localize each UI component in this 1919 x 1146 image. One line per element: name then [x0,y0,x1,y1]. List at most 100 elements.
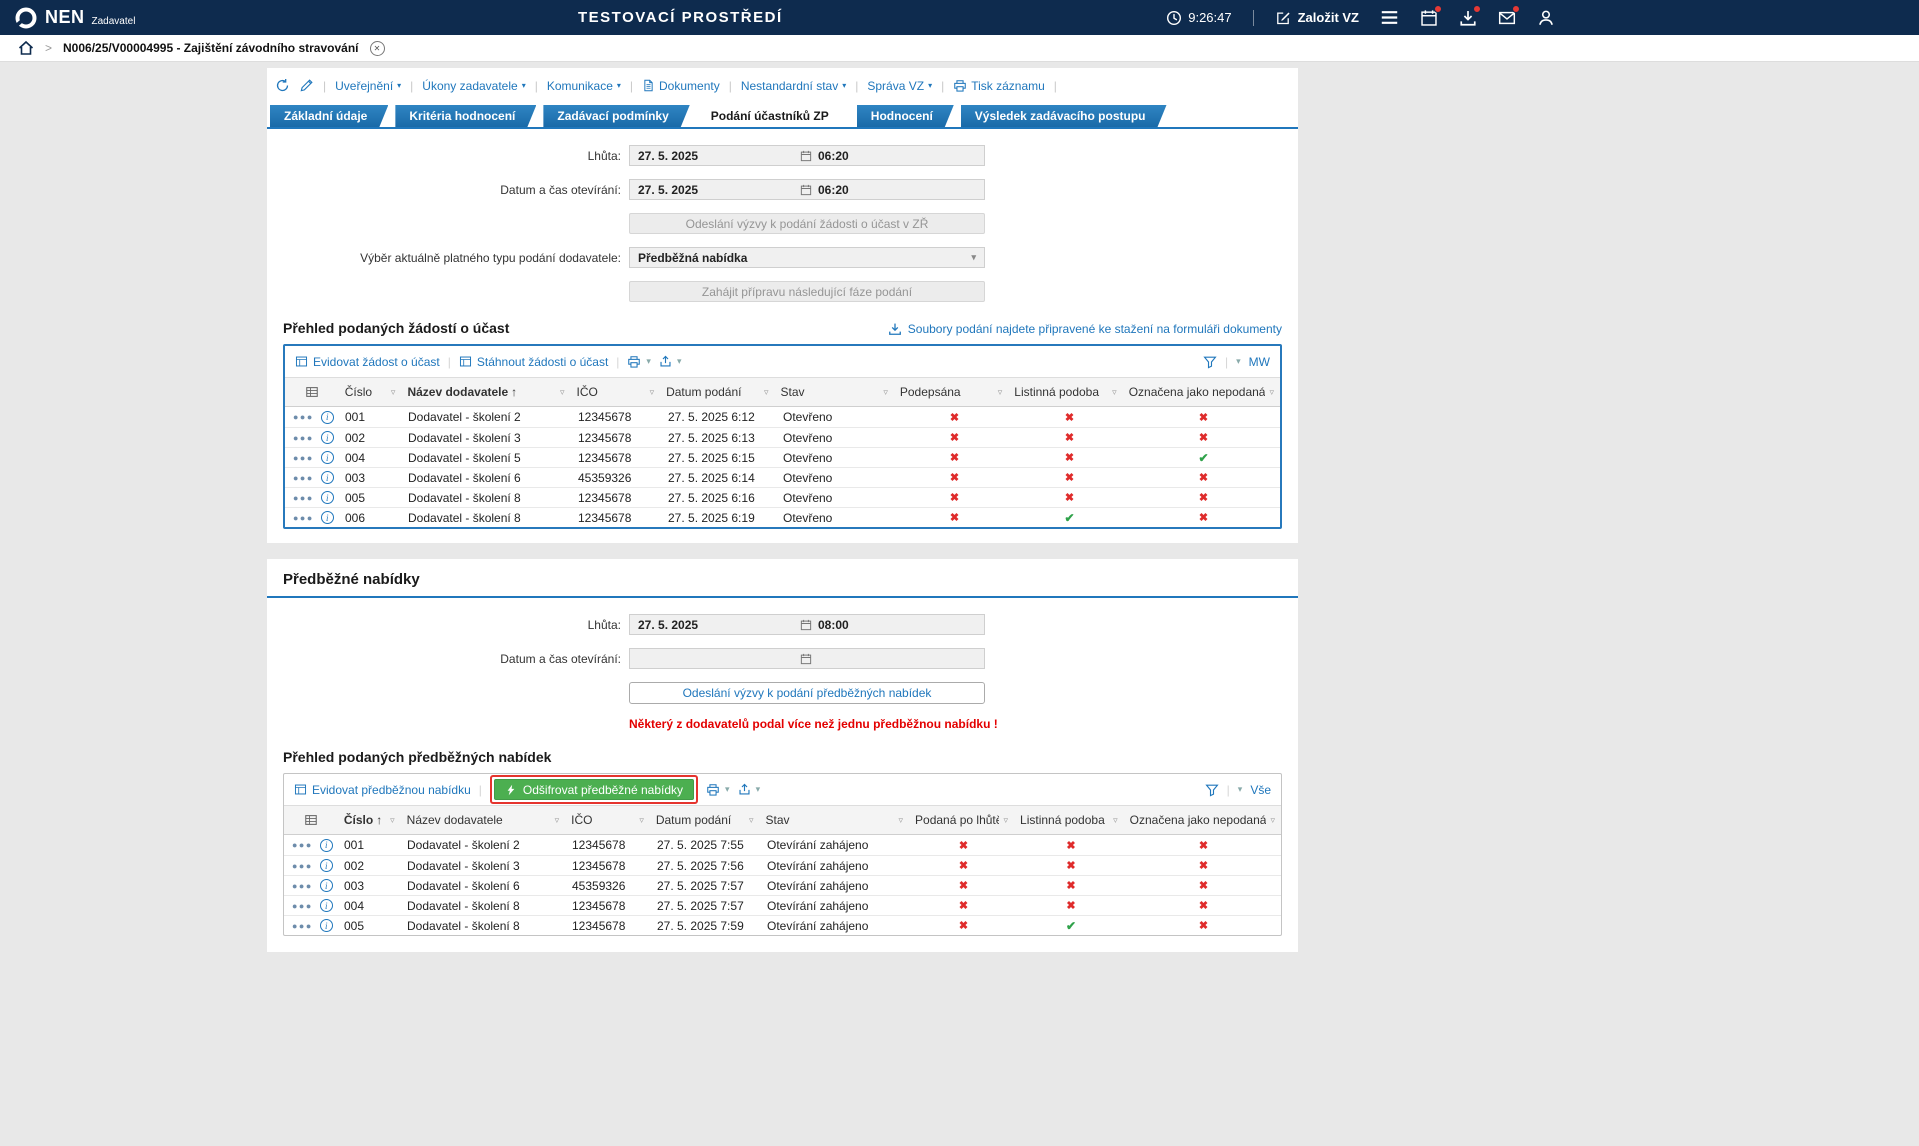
deadline-time-value[interactable]: 08:00 [818,618,849,632]
col-listinna-podoba[interactable]: Listinná podoba ▿ [1008,378,1122,406]
column-filter-icon[interactable]: ▿ [390,815,395,826]
zalozit-vz-button[interactable]: Založit VZ [1275,10,1359,26]
column-filter-icon[interactable]: ▿ [1269,387,1274,398]
col-stav[interactable]: Stav ▿ [775,378,894,406]
opening-field[interactable]: 27. 5. 2025 06:20 [629,179,985,200]
info-icon[interactable]: i [320,511,334,524]
column-filter-icon[interactable]: ▿ [764,387,769,398]
info-icon[interactable]: i [319,838,333,852]
col-nazev-dodavatele[interactable]: Název dodavatele ▿ [401,806,565,834]
column-filter-icon[interactable]: ▿ [898,815,903,826]
row-menu-icon[interactable]: ●●● [292,921,313,931]
refresh-icon[interactable] [275,78,290,93]
column-filter-icon[interactable]: ▿ [391,387,396,398]
column-filter-icon[interactable]: ▿ [1112,387,1117,398]
col-podepsana[interactable]: Podepsána ▿ [894,378,1008,406]
edit-icon[interactable] [299,78,314,93]
info-icon[interactable]: i [320,471,334,484]
home-icon[interactable] [18,40,34,56]
column-filter-icon[interactable]: ▿ [749,815,754,826]
info-icon[interactable]: i [319,879,333,892]
menu-dokumenty[interactable]: Dokumenty [642,79,720,93]
tab-vysledek[interactable]: Výsledek zadávacího postupu [961,105,1167,127]
column-filter-icon[interactable]: ▿ [555,815,560,826]
export-grid-button[interactable]: ▾ [738,783,760,796]
row-menu-icon[interactable]: ●●● [292,840,313,850]
tab-kriteria-hodnoceni[interactable]: Kritéria hodnocení [395,105,536,127]
view-dropdown-icon[interactable]: ▾ [1236,356,1241,367]
menu-nestandardni-stav[interactable]: Nestandardní stav ▾ [741,79,846,93]
col-listinna-podoba[interactable]: Listinná podoba ▿ [1014,806,1124,834]
filter-button[interactable] [1203,355,1217,369]
odsifrovat-nabidky-button[interactable]: Odšifrovat předběžné nabídky [493,779,695,800]
tab-hodnoceni[interactable]: Hodnocení [857,105,954,127]
table-row[interactable]: ●●● i 002 Dodavatel - školení 3 12345678… [285,427,1280,447]
row-menu-icon[interactable]: ●●● [293,473,314,483]
send-preliminary-request-button[interactable]: Odeslání výzvy k podání předběžných nabí… [629,682,985,704]
col-datum-podani[interactable]: Datum podání ▿ [650,806,760,834]
col-ico[interactable]: IČO ▿ [571,378,661,406]
column-filter-icon[interactable]: ▿ [1113,815,1118,826]
filter-button[interactable] [1205,783,1219,797]
row-menu-icon[interactable]: ●●● [292,861,313,871]
col-ico[interactable]: IČO ▿ [565,806,650,834]
column-filter-icon[interactable]: ▿ [560,387,565,398]
column-filter-icon[interactable]: ▿ [883,387,888,398]
info-icon[interactable]: i [320,431,334,444]
col-datum-podani[interactable]: Datum podání ▿ [660,378,774,406]
opening-date-value[interactable]: 27. 5. 2025 [630,183,800,197]
table-row[interactable]: ●●● i 001 Dodavatel - školení 2 12345678… [284,835,1281,855]
opening-time-value[interactable]: 06:20 [818,183,849,197]
calendar-icon[interactable] [800,619,812,631]
messages-icon[interactable] [1498,4,1520,27]
preliminary-deadline-field[interactable]: 27. 5. 2025 08:00 [629,614,985,635]
table-row[interactable]: ●●● i 005 Dodavatel - školení 8 12345678… [285,487,1280,507]
deadline-field[interactable]: 27. 5. 2025 06:20 [629,145,985,166]
preliminary-opening-field[interactable] [629,648,985,669]
col-oznacena-nepodana[interactable]: Označena jako nepodaná ▿ [1124,806,1281,834]
table-row[interactable]: ●●● i 003 Dodavatel - školení 6 45359326… [284,875,1281,895]
deadline-date-value[interactable]: 27. 5. 2025 [630,149,800,163]
menu-uverejneni[interactable]: Uveřejnění ▾ [335,79,401,93]
row-menu-icon[interactable]: ●●● [293,513,314,523]
deadline-time-value[interactable]: 06:20 [818,149,849,163]
col-cislo[interactable]: Číslo ↑ ▿ [338,806,401,834]
tab-zadavaci-podminky[interactable]: Zadávací podmínky [543,105,689,127]
close-record-icon[interactable]: ✕ [369,40,385,56]
calendar-icon[interactable] [1420,4,1442,27]
deadline-date-value[interactable]: 27. 5. 2025 [630,618,800,632]
table-row[interactable]: ●●● i 005 Dodavatel - školení 8 12345678… [284,915,1281,935]
print-grid-button[interactable]: ▾ [706,783,730,797]
downloads-icon[interactable] [1459,4,1481,27]
calendar-icon[interactable] [800,653,812,665]
view-name[interactable]: MW [1249,355,1270,369]
tab-podani-ucastniku[interactable]: Podání účastníků ZP [697,105,850,127]
col-cislo[interactable]: Číslo ▿ [339,378,402,406]
row-menu-icon[interactable]: ●●● [292,881,313,891]
user-profile-icon[interactable] [1537,9,1555,27]
row-menu-icon[interactable]: ●●● [293,453,314,463]
info-icon[interactable]: i [319,919,333,932]
info-icon[interactable]: i [319,859,333,872]
column-chooser-icon[interactable] [285,378,339,406]
export-grid-button[interactable]: ▾ [659,355,681,368]
col-podana-po-lhute[interactable]: Podaná po lhůtě ▿ [909,806,1014,834]
column-filter-icon[interactable]: ▿ [639,815,644,826]
evidovat-nabidku-button[interactable]: Evidovat předběžnou nabídku [294,783,471,797]
row-menu-icon[interactable]: ●●● [293,493,314,503]
column-filter-icon[interactable]: ▿ [1003,815,1008,826]
column-filter-icon[interactable]: ▿ [1270,815,1275,826]
table-row[interactable]: ●●● i 003 Dodavatel - školení 6 45359326… [285,467,1280,487]
table-row[interactable]: ●●● i 002 Dodavatel - školení 3 12345678… [284,855,1281,875]
evidovat-zadost-button[interactable]: Evidovat žádost o účast [295,355,440,369]
row-menu-icon[interactable]: ●●● [293,412,314,422]
row-menu-icon[interactable]: ●●● [293,433,314,443]
breadcrumb-record-link[interactable]: N006/25/V00004995 - Zajištění závodního … [63,41,358,55]
col-stav[interactable]: Stav ▿ [760,806,910,834]
menu-tisk-zaznamu[interactable]: Tisk záznamu [953,79,1045,93]
hamburger-menu-icon[interactable] [1380,8,1399,27]
calendar-icon[interactable] [800,150,812,162]
print-grid-button[interactable]: ▾ [627,355,651,369]
info-icon[interactable]: i [319,899,333,912]
info-icon[interactable]: i [320,410,334,424]
